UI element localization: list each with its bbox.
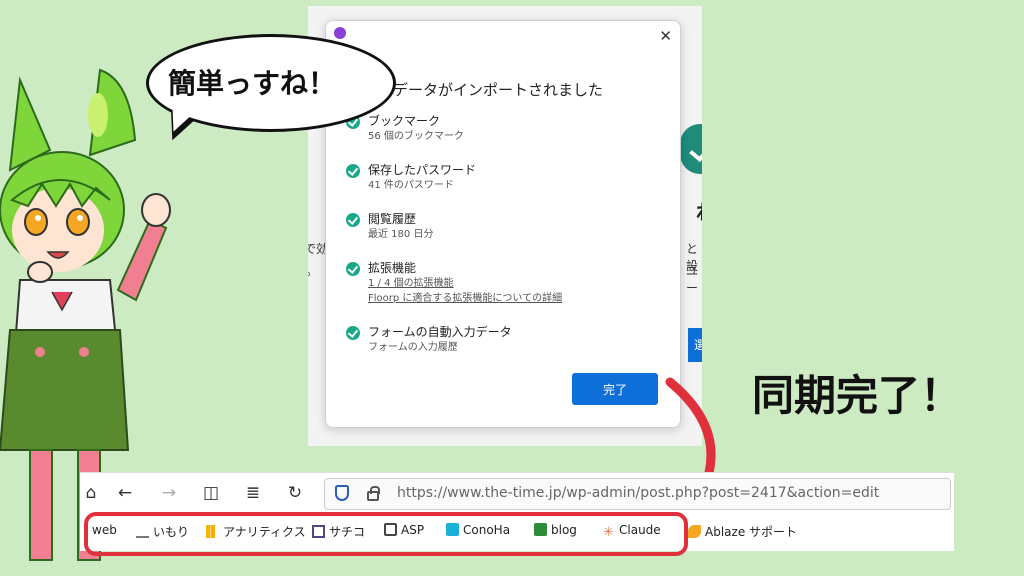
done-button[interactable]: 完了 (572, 373, 658, 405)
list-item-bookmarks: ブックマーク 56 個のブックマーク (346, 113, 666, 162)
ablaze-icon (688, 525, 701, 538)
extensions-details-link[interactable]: Floorp に適合する拡張機能についての詳細 (368, 291, 666, 306)
speech-bubble-text: 簡単っすね！ (168, 67, 337, 100)
home-icon[interactable]: ⌂ (80, 483, 102, 503)
item-detail: 41 件のパスワード (368, 180, 454, 191)
shield-icon[interactable] (335, 485, 349, 501)
item-title: 拡張機能 (368, 261, 417, 275)
item-detail: 最近 180 日分 (368, 229, 434, 240)
sync-complete-caption: 同期完了！ (752, 371, 963, 420)
reader-list-icon[interactable]: ≣ (242, 483, 264, 503)
navigation-row: ⌂ ← → ◫ ≣ ↻ https://www.the-time.jp/wp-a… (80, 473, 954, 513)
reload-icon[interactable]: ↻ (284, 483, 306, 503)
lock-icon[interactable] (367, 486, 380, 501)
item-title: ブックマーク (368, 114, 441, 128)
item-detail: 56 個のブックマーク (368, 131, 464, 142)
list-item-extensions: 拡張機能 1 / 4 個の拡張機能 Floorp に適合する拡張機能についての詳… (346, 260, 666, 324)
background-heading-fragment: ね (696, 196, 702, 225)
check-circle-icon (346, 164, 360, 178)
extensions-count-link[interactable]: 1 / 4 個の拡張機能 (368, 276, 666, 291)
close-icon[interactable]: ✕ (659, 27, 672, 45)
background-button-fragment[interactable]: 選 (688, 328, 702, 362)
list-item-history: 閲覧履歴 最近 180 日分 (346, 211, 666, 260)
back-icon[interactable]: ← (114, 483, 136, 503)
url-text[interactable]: https://www.the-time.jp/wp-admin/post.ph… (397, 485, 879, 501)
check-circle-icon (346, 213, 360, 227)
bookmark-ablaze-support[interactable]: Ablaze サポート (688, 523, 797, 540)
list-item-form-autofill: フォームの自動入力データ フォームの入力履歴 (346, 324, 666, 373)
import-items-list: ブックマーク 56 個のブックマーク 保存したパスワード 41 件のパスワード … (346, 113, 666, 373)
item-title: 閲覧履歴 (368, 212, 417, 226)
floorp-icon (334, 27, 346, 39)
sidebar-icon[interactable]: ◫ (200, 483, 222, 503)
app-logo-icon (680, 124, 702, 174)
background-text-left-2: 。 (308, 262, 318, 279)
dialog-title: のデータがインポートされました (378, 81, 604, 99)
address-bar[interactable]: https://www.the-time.jp/wp-admin/post.ph… (324, 478, 951, 510)
item-title: 保存したパスワード (368, 163, 477, 177)
item-title: フォームの自動入力データ (368, 325, 512, 339)
check-circle-icon (346, 326, 360, 340)
background-text-right-2: ユー (686, 264, 699, 295)
check-circle-icon (346, 262, 360, 276)
bookmarks-highlight-box (84, 512, 688, 556)
list-item-passwords: 保存したパスワード 41 件のパスワード (346, 162, 666, 211)
forward-icon[interactable]: → (158, 483, 180, 503)
item-detail: フォームの入力履歴 (368, 342, 458, 353)
bookmark-label: Ablaze サポート (705, 525, 798, 539)
